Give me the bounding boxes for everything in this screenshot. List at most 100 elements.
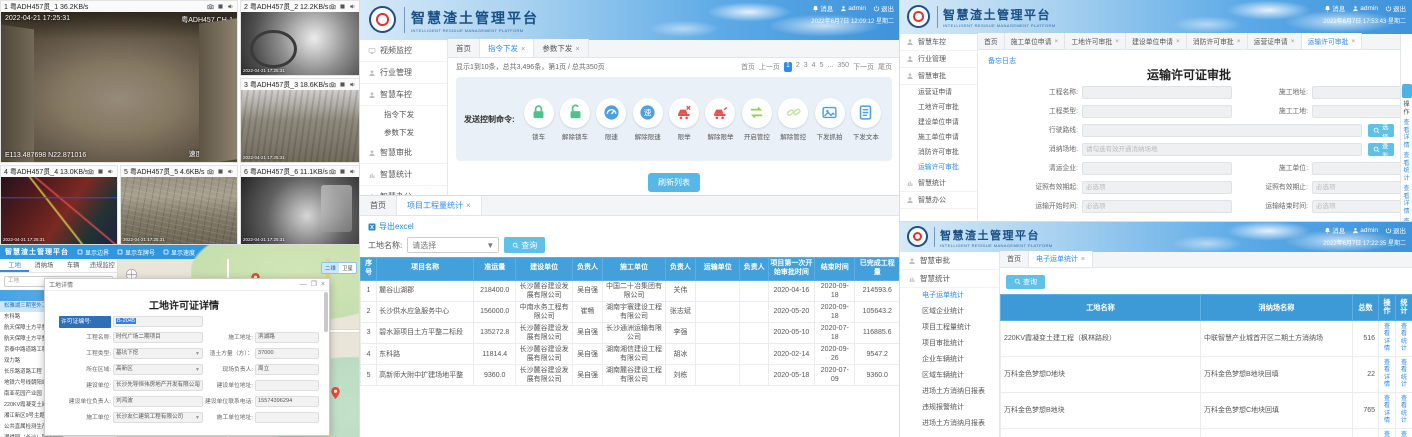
field-input-清运企业:[interactable] — [1082, 162, 1232, 175]
speaker-icon[interactable] — [227, 3, 234, 10]
tab-首页[interactable]: 首页 — [1000, 251, 1029, 267]
page-item-350[interactable]: 350 — [837, 62, 849, 72]
view-detail-link[interactable]: 查看详情 — [1383, 359, 1391, 389]
camera-tile[interactable]: 2 粤ADH457贯_2 12.2KB/s 2022-04-21 17:25:31 — [240, 0, 360, 76]
dialog-scrollbar[interactable] — [324, 292, 328, 332]
user-button[interactable]: admin — [840, 5, 866, 12]
speaker-icon[interactable] — [227, 168, 234, 175]
dialog-field-施工单位地址:[interactable] — [255, 412, 319, 423]
stop-icon[interactable] — [339, 168, 346, 175]
tab-close-icon[interactable]: × — [466, 201, 471, 210]
sidebar-subitem-运输许可审批[interactable]: 运输许可审批 — [900, 160, 977, 175]
logout-button[interactable]: 退出 — [873, 3, 894, 13]
page-item-上一页[interactable]: 上一页 — [759, 62, 780, 72]
dialog-field-施工地址:[interactable]: 滨湖路 — [255, 332, 319, 343]
field-button-选择[interactable]: 选择 — [1368, 124, 1394, 141]
field-input-工程名称:[interactable] — [1082, 86, 1232, 99]
field-input-证照有效期起:[interactable]: 必选项 — [1082, 181, 1232, 194]
command-限举[interactable]: 限举 — [666, 97, 702, 141]
page-item-下一页[interactable]: 下一页 — [853, 62, 874, 72]
sidebar-item-智慧车控[interactable]: 智慧车控 — [900, 34, 977, 51]
user-button[interactable]: admin — [1352, 227, 1378, 234]
table-row[interactable]: 2 长沙供水应急服务中心 156000.0 中南水务工程有限公司 崔畅 湖南宇寰建设工程有… — [360, 300, 900, 323]
sidebar-item-行业管理[interactable]: 行业管理 — [360, 62, 447, 84]
snapshot-icon[interactable] — [207, 3, 214, 10]
view-detail-link[interactable]: 查看详情 — [1383, 323, 1391, 353]
tab-运营证申请[interactable]: 运营证申请 × — [1247, 33, 1302, 49]
view-stats-link[interactable]: 查看统计 — [1400, 323, 1408, 353]
sidebar-subitem-项目工程量统计[interactable]: 项目工程量统计 — [900, 320, 999, 336]
table-row[interactable]: 三安光电项目取土至兰天汽车城下行口回填兰天汽车城下行口回填82 查看详情 查看统计 — [1000, 427, 1412, 437]
dialog-field-建设单位地址:[interactable] — [255, 380, 319, 391]
speaker-icon[interactable] — [107, 168, 114, 175]
page-item-...[interactable]: ... — [827, 62, 833, 72]
speaker-icon[interactable] — [349, 81, 356, 88]
stop-icon[interactable] — [339, 3, 346, 10]
sidebar-subitem-工地许可审批[interactable]: 工地许可审批 — [900, 100, 977, 115]
map-toolbar-显示速度[interactable]: 显示速度 — [163, 248, 195, 257]
sidebar-subitem-电子运单统计[interactable]: 电子运单统计 — [900, 288, 999, 304]
tab-close-icon[interactable]: × — [1054, 38, 1058, 45]
table-row[interactable]: 万科金色梦想D地块 万科金色梦想B地块回填 22 查看详情 查看统计 — [1000, 355, 1412, 393]
sidebar-subitem-项目审批统计[interactable]: 项目审批统计 — [900, 336, 999, 352]
tab-close-icon[interactable]: × — [521, 44, 525, 53]
command-下发文本[interactable]: 下发文本 — [848, 97, 884, 141]
snapshot-icon[interactable] — [329, 168, 336, 175]
command-解除限举[interactable]: 解除限举 — [702, 97, 738, 141]
sidebar-item-智慧审批[interactable]: 智慧审批 — [360, 142, 447, 164]
snapshot-icon[interactable] — [329, 3, 336, 10]
tab-close-icon[interactable]: × — [1176, 38, 1180, 45]
field-input-施工地址:[interactable] — [1312, 86, 1412, 99]
message-button[interactable]: 消息 — [812, 3, 833, 13]
command-开启管控[interactable]: 开启管控 — [739, 97, 775, 141]
sidebar-subitem-指令下发[interactable]: 指令下发 — [360, 106, 447, 124]
table-row[interactable]: 220KV霞凝变土建工程（枫林路段） 中联智慧产业城首开区二期土方消纳场 516 查看… — [1000, 319, 1412, 357]
logout-button[interactable]: 退出 — [1385, 225, 1406, 235]
sidebar-item-智慧审批[interactable]: 智慧审批 — [900, 252, 999, 270]
refresh-list-button[interactable]: 刷新列表 — [648, 173, 700, 192]
memo-log-link[interactable]: 备忘日志 — [988, 56, 1016, 66]
site-filter-select[interactable]: 请选择 ▼ — [407, 237, 500, 253]
tab-建设单位申请[interactable]: 建设单位申请 × — [1126, 33, 1187, 49]
sidebar-item-智慧办公[interactable]: 智慧办公 — [360, 186, 447, 196]
field-input-施工工地:[interactable] — [1312, 105, 1412, 118]
dialog-field-现场负责人:[interactable]: 周立 — [255, 364, 319, 375]
tab-close-icon[interactable]: × — [1291, 38, 1295, 45]
tab-运输许可审批[interactable]: 运输许可审批 × — [1301, 33, 1363, 49]
sidebar-subitem-施工单位申请[interactable]: 施工单位申请 — [900, 130, 977, 145]
camera-tile[interactable]: 5 粤ADH457贯_5 4.6KB/s 2022-04-21 17:25:31 — [120, 165, 238, 245]
tab-首页[interactable]: 首页 — [978, 33, 1005, 49]
cropped-link-查看统计[interactable]: 查看统计 — [1403, 153, 1411, 183]
view-stats-link[interactable]: 查看统计 — [1400, 359, 1408, 389]
permit-input[interactable]: B-2045 — [113, 316, 203, 327]
map-tab-违规监控[interactable]: 违规监控 — [88, 259, 117, 272]
tab-消防许可审批[interactable]: 消防许可审批 × — [1186, 33, 1248, 49]
restore-icon[interactable]: ❐ — [311, 280, 317, 290]
command-锁车[interactable]: 锁车 — [521, 97, 557, 141]
field-input-工程类型:[interactable] — [1082, 105, 1232, 118]
message-button[interactable]: 消息 — [1324, 225, 1345, 235]
sidebar-subitem-运营证申请[interactable]: 运营证申请 — [900, 85, 977, 100]
map-tab-车辆[interactable]: 车辆 — [59, 259, 88, 272]
search-button[interactable]: 查询 — [504, 237, 546, 253]
close-icon[interactable]: × — [321, 280, 325, 290]
tab-首页[interactable]: 首页 — [448, 39, 480, 57]
dialog-field-建设单位联系电话:[interactable]: 15574396294 — [255, 396, 319, 407]
page-item-2[interactable]: 2 — [796, 62, 800, 72]
sidebar-item-智慧审批[interactable]: 智慧审批 — [900, 68, 977, 85]
minimize-icon[interactable]: — — [300, 280, 307, 290]
sidebar-subitem-进场土方消纳日报表[interactable]: 进场土方消纳日报表 — [900, 384, 999, 400]
camera-tile[interactable]: 1 粤ADH457贯_1 36.2KB/s 2022-04-21 17:25:31… — [0, 0, 238, 163]
table-row[interactable]: 1 麓谷山湖郡 218400.0 长沙麓谷建设发展有限公司 吴自强 中国二十冶集团有限公司… — [360, 279, 900, 302]
stop-icon[interactable] — [97, 168, 104, 175]
command-解除锁车[interactable]: 解除锁车 — [557, 97, 593, 141]
tab-项目工程量统计[interactable]: 项目工程量统计 × — [397, 196, 482, 215]
map-marker-red-pin2-icon[interactable] — [331, 387, 340, 400]
map-toggle-二维[interactable]: 二维 — [321, 263, 339, 273]
map-tab-工地[interactable]: 工地 — [0, 259, 30, 272]
search-button[interactable]: 查询 — [1006, 274, 1045, 289]
tab-首页[interactable]: 首页 — [360, 196, 397, 215]
stop-icon[interactable] — [217, 3, 224, 10]
speaker-icon[interactable] — [349, 3, 356, 10]
tab-工地许可审批[interactable]: 工地许可审批 × — [1065, 33, 1127, 49]
